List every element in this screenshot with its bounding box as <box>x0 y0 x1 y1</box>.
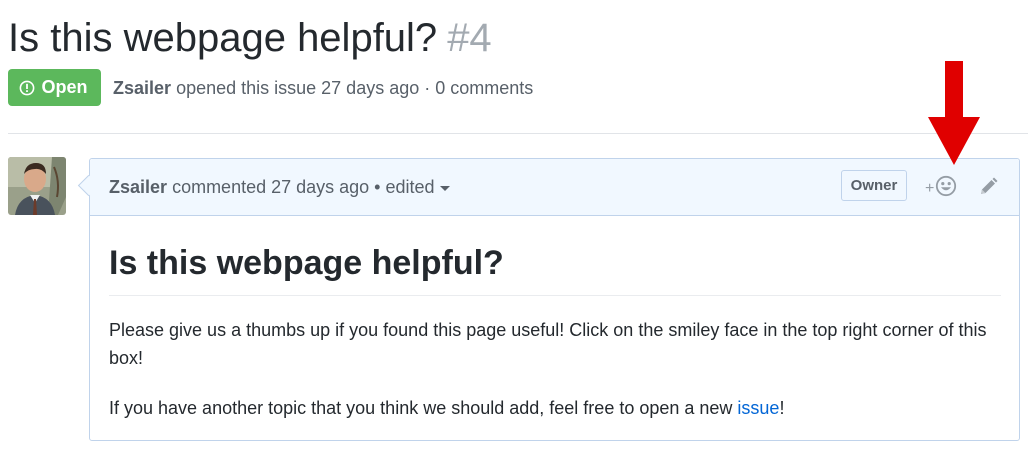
paragraph-2-end: ! <box>779 398 785 418</box>
edited-label: edited <box>385 177 435 197</box>
issue-opened-icon <box>19 80 35 96</box>
reaction-plus: + <box>925 179 935 197</box>
issue-title: Is this webpage helpful? #4 <box>8 12 492 64</box>
edit-comment-button[interactable] <box>977 176 999 203</box>
add-reaction-button[interactable]: + <box>925 175 957 202</box>
issue-number: #4 <box>447 16 492 60</box>
avatar[interactable] <box>8 157 66 215</box>
issue-title-text: Is this webpage helpful? <box>8 16 438 60</box>
header-divider <box>8 133 1028 134</box>
comment-box: Zsailer commented 27 days ago • edited O… <box>89 158 1020 441</box>
comment-time-text: commented 27 days ago • <box>172 177 381 197</box>
comment-header: Zsailer commented 27 days ago • edited O… <box>90 159 1019 216</box>
issue-link[interactable]: issue <box>737 398 779 418</box>
issue-opened-text: opened this issue 27 days ago · 0 commen… <box>176 78 534 98</box>
issue-state-label: Open <box>41 77 88 97</box>
pencil-icon <box>977 177 999 202</box>
chevron-down-icon <box>439 185 450 191</box>
comment-heading: Is this webpage helpful? <box>109 241 1001 296</box>
smiley-icon <box>935 175 957 202</box>
comment-meta: Zsailer commented 27 days ago • edited <box>109 176 450 198</box>
issue-meta: Zsailer opened this issue 27 days ago · … <box>113 76 533 100</box>
comment-paragraph-2: If you have another topic that you think… <box>109 394 1001 422</box>
comment-paragraph-1: Please give us a thumbs up if you found … <box>109 320 987 368</box>
red-down-arrow <box>928 61 980 165</box>
issue-state-badge: Open <box>8 69 101 106</box>
comment-author-link[interactable]: Zsailer <box>109 177 167 197</box>
edited-dropdown[interactable]: edited <box>386 176 450 198</box>
issue-author-link[interactable]: Zsailer <box>113 78 171 98</box>
comment-body: Is this webpage helpful? Please give us … <box>109 241 1001 422</box>
owner-badge: Owner <box>841 170 907 201</box>
issue-page: Is this webpage helpful? #4 Open Zsailer … <box>0 0 1028 450</box>
paragraph-2-text: If you have another topic that you think… <box>109 398 738 418</box>
